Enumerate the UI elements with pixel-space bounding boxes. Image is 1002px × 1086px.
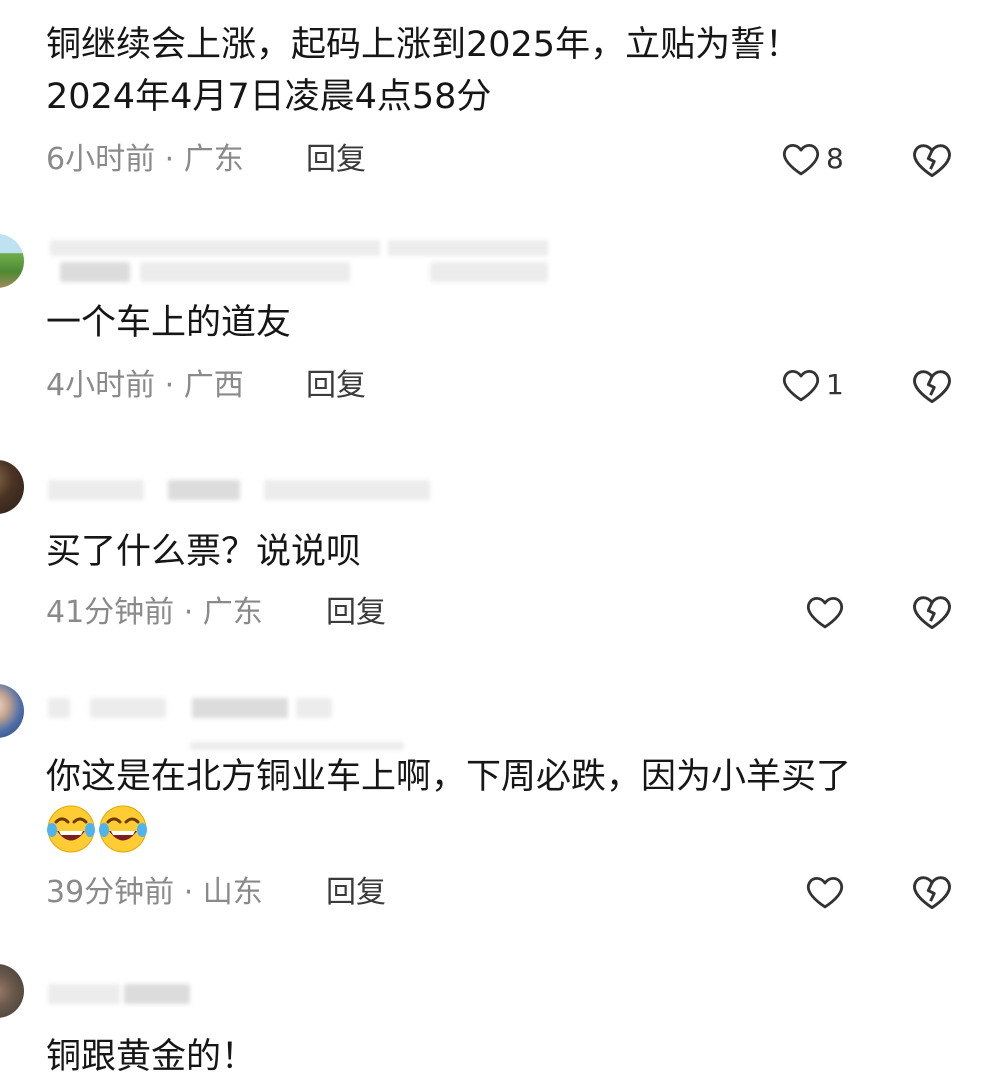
heart-outline-icon <box>806 596 844 629</box>
comment-meta: 6小时前 · 广东 <box>46 142 244 177</box>
comment-text: 铜继续会上涨，起码上涨到2025年，立贴为誓！ <box>46 25 801 65</box>
rolling-laughing-emoji-icon <box>99 805 147 853</box>
blurred-segment <box>190 742 404 750</box>
blurred-segment <box>430 262 548 282</box>
avatar[interactable] <box>0 684 24 738</box>
like-button[interactable] <box>804 871 846 913</box>
blurred-segment <box>296 698 332 718</box>
comment-text: 你这是在北方铜业车上啊，下周必跌，因为小羊买了 <box>46 757 852 797</box>
blurred-segment <box>48 698 70 718</box>
avatar[interactable] <box>0 460 24 514</box>
like-button[interactable] <box>804 591 846 633</box>
comment-text: 铜跟黄金的！ <box>46 1037 257 1077</box>
comment-text: 一个车上的道友 <box>46 303 292 343</box>
blurred-segment <box>192 698 288 718</box>
heart-outline-icon <box>782 369 820 402</box>
broken-heart-icon <box>913 370 951 404</box>
blurred-segment <box>90 698 166 718</box>
rolling-laughing-emoji-icon <box>47 805 95 853</box>
heart-outline-icon <box>806 876 844 909</box>
comment-meta: 4小时前 · 广西 <box>46 368 244 403</box>
comment-text: 2024年4月7日凌晨4点58分 <box>46 77 492 117</box>
like-button[interactable]: 1 <box>780 364 844 406</box>
like-count: 1 <box>826 368 844 401</box>
blurred-segment <box>48 984 120 1004</box>
dislike-button[interactable] <box>910 870 954 918</box>
avatar[interactable] <box>0 964 24 1018</box>
blurred-segment <box>124 984 190 1004</box>
blurred-segment <box>168 480 240 500</box>
comment-text: 买了什么票？说说呗 <box>46 532 362 572</box>
broken-heart-icon <box>913 596 951 630</box>
reply-button[interactable]: 回复 <box>306 366 366 406</box>
blurred-segment <box>264 480 430 500</box>
comment-meta: 39分钟前 · 山东 <box>46 875 263 910</box>
dislike-button[interactable] <box>910 364 954 412</box>
blurred-segment <box>388 240 548 256</box>
blurred-segment <box>140 262 350 282</box>
blurred-segment <box>50 240 380 256</box>
blurred-segment <box>60 262 130 282</box>
avatar[interactable] <box>0 234 24 288</box>
broken-heart-icon <box>913 144 951 178</box>
reply-button[interactable]: 回复 <box>326 593 386 633</box>
reply-button[interactable]: 回复 <box>326 873 386 913</box>
broken-heart-icon <box>913 876 951 910</box>
like-button[interactable]: 8 <box>780 138 844 180</box>
dislike-button[interactable] <box>910 590 954 638</box>
like-count: 8 <box>826 142 844 175</box>
blurred-segment <box>48 480 144 500</box>
reply-button[interactable]: 回复 <box>306 140 366 180</box>
dislike-button[interactable] <box>910 138 954 186</box>
heart-outline-icon <box>782 143 820 176</box>
comment-meta: 41分钟前 · 广东 <box>46 595 263 630</box>
